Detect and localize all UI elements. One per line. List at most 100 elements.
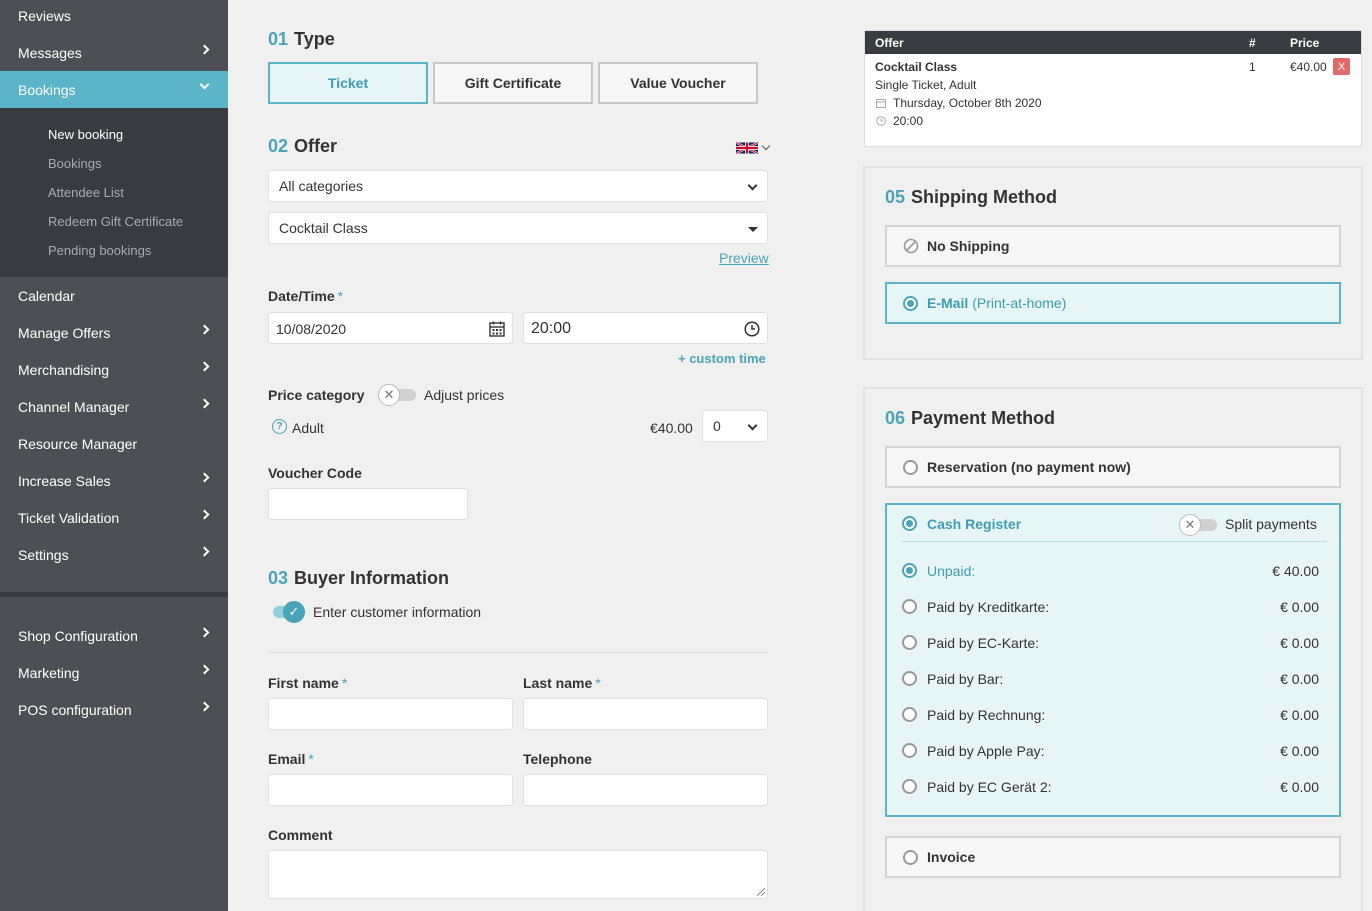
price-row-name: Adult xyxy=(292,420,324,436)
payment-row-label: Paid by Kreditkarte: xyxy=(927,599,1050,615)
sidebar-subitem-bookings[interactable]: Bookings xyxy=(48,156,101,171)
offer-select-value: Cocktail Class xyxy=(279,220,368,236)
sidebar-item-label: POS configuration xyxy=(18,701,132,718)
radio[interactable] xyxy=(902,707,917,722)
sidebar-item-messages[interactable]: Messages xyxy=(0,34,228,71)
option-extra: (Print-at-home) xyxy=(972,295,1067,311)
sidebar-item-label: Channel Manager xyxy=(18,398,130,415)
sidebar-item-resource-manager[interactable]: Resource Manager xyxy=(0,425,228,462)
sidebar-item-label: Messages xyxy=(18,44,82,61)
sidebar-item-bookings[interactable]: Bookings xyxy=(0,71,228,108)
payment-row-amount: € 0.00 xyxy=(1280,635,1319,651)
voucher-code-input[interactable] xyxy=(268,488,468,520)
sidebar-item-calendar[interactable]: Calendar xyxy=(0,277,228,314)
radio[interactable] xyxy=(902,743,917,758)
offer-select[interactable]: Cocktail Class xyxy=(268,212,768,244)
sidebar-item-marketing[interactable]: Marketing xyxy=(0,654,228,691)
split-payments-toggle[interactable]: ✕ xyxy=(1179,514,1217,536)
payment-reservation-option[interactable]: Reservation (no payment now) xyxy=(885,446,1341,488)
chevron-right-icon xyxy=(199,472,210,483)
payment-cash-register-option[interactable] xyxy=(885,503,1341,817)
payment-row-label: Paid by EC-Karte: xyxy=(927,635,1040,651)
chevron-down-icon xyxy=(747,180,758,191)
sidebar-item-label: Manage Offers xyxy=(18,324,111,341)
sidebar-item-merchandising[interactable]: Merchandising xyxy=(0,351,228,388)
sidebar-item-manage-offers[interactable]: Manage Offers xyxy=(0,314,228,351)
radio[interactable] xyxy=(902,563,917,578)
shipping-no-shipping-option[interactable]: No Shipping xyxy=(885,225,1341,267)
shipping-email-option[interactable]: E-Mail (Print-at-home) xyxy=(885,282,1341,324)
option-label: Invoice xyxy=(927,849,976,865)
chevron-down-icon xyxy=(761,141,771,151)
sidebar-subitem-pending-bookings[interactable]: Pending bookings xyxy=(48,243,151,258)
custom-time-link[interactable]: + custom time xyxy=(678,351,766,366)
sidebar-item-label: Merchandising xyxy=(18,361,110,378)
first-name-input[interactable] xyxy=(268,698,513,730)
payment-row-amount: € 0.00 xyxy=(1280,671,1319,687)
time-input-value: 20:00 xyxy=(531,320,572,337)
date-input[interactable]: 10/08/2020 xyxy=(268,312,513,344)
language-select[interactable] xyxy=(736,140,772,156)
radio[interactable] xyxy=(902,516,917,531)
radio[interactable] xyxy=(902,635,917,650)
quantity-select[interactable]: 0 xyxy=(702,410,768,442)
type-section-title: 01 Type xyxy=(268,29,335,49)
resize-handle-icon[interactable] xyxy=(757,888,765,896)
calendar-icon xyxy=(876,99,886,108)
sidebar-item-pos-configuration[interactable]: POS configuration xyxy=(0,691,228,728)
cart-header: Offer # Price xyxy=(865,31,1361,54)
email-input[interactable] xyxy=(268,774,513,806)
last-name-input[interactable] xyxy=(523,698,768,730)
chevron-right-icon xyxy=(199,398,210,409)
comment-label: Comment xyxy=(268,827,333,843)
time-input[interactable]: 20:00 xyxy=(523,312,768,344)
last-name-label: Last name * xyxy=(523,675,601,691)
radio[interactable] xyxy=(902,599,917,614)
sidebar-item-label: Resource Manager xyxy=(18,435,138,452)
split-payments-label: Split payments xyxy=(1225,516,1317,532)
radio[interactable] xyxy=(902,779,917,794)
preview-link[interactable]: Preview xyxy=(719,250,769,266)
radio xyxy=(903,296,918,311)
type-gift-certificate-button[interactable]: Gift Certificate xyxy=(433,62,593,104)
category-select-value: All categories xyxy=(279,178,364,194)
help-icon[interactable]: ? xyxy=(272,419,287,434)
radio[interactable] xyxy=(902,671,917,686)
shipping-section-title: 05 Shipping Method xyxy=(885,187,1057,207)
sidebar-item-increase-sales[interactable]: Increase Sales xyxy=(0,462,228,499)
close-icon: ✕ xyxy=(378,384,400,406)
calendar-icon xyxy=(489,321,505,337)
sidebar-subitem-redeem-gift-certificate[interactable]: Redeem Gift Certificate xyxy=(48,214,183,229)
voucher-code-label: Voucher Code xyxy=(268,465,362,481)
sidebar-item-label: Increase Sales xyxy=(18,472,111,489)
check-icon: ✓ xyxy=(283,601,305,623)
chevron-right-icon xyxy=(199,324,210,335)
cart-item-remove-button[interactable]: X xyxy=(1333,58,1350,75)
sidebar-item-channel-manager[interactable]: Channel Manager xyxy=(0,388,228,425)
sidebar-item-shop-configuration[interactable]: Shop Configuration xyxy=(0,617,228,654)
type-ticket-button[interactable]: Ticket xyxy=(268,62,428,104)
category-select[interactable]: All categories xyxy=(268,170,768,202)
sidebar-subitem-attendee-list[interactable]: Attendee List xyxy=(48,185,124,200)
payment-invoice-option[interactable]: Invoice xyxy=(885,836,1341,878)
sidebar-item-reviews[interactable]: Reviews xyxy=(0,0,228,34)
payment-row-amount: € 0.00 xyxy=(1280,779,1319,795)
sidebar-item-ticket-validation[interactable]: Ticket Validation xyxy=(0,499,228,536)
payment-row-amount: € 0.00 xyxy=(1280,707,1319,723)
type-value-voucher-button[interactable]: Value Voucher xyxy=(598,62,758,104)
cart-item-time: 20:00 xyxy=(893,114,924,128)
sidebar-subitem-new-booking[interactable]: New booking xyxy=(48,127,123,142)
payment-row-label: Paid by Rechnung: xyxy=(927,707,1046,723)
customer-info-toggle[interactable]: ✓ xyxy=(267,601,305,623)
sidebar-item-settings[interactable]: Settings xyxy=(0,536,228,573)
sidebar-divider xyxy=(0,592,228,597)
chevron-right-icon xyxy=(199,664,210,675)
telephone-input[interactable] xyxy=(523,774,768,806)
sidebar-item-label: Ticket Validation xyxy=(18,509,120,526)
adjust-prices-toggle[interactable]: ✕ xyxy=(378,384,416,406)
offer-section-title: 02 Offer xyxy=(268,136,338,156)
comment-textarea[interactable] xyxy=(268,850,768,899)
sidebar-item-label: Marketing xyxy=(18,664,80,681)
payment-row-amount: € 40.00 xyxy=(1272,563,1319,579)
first-name-label: First name * xyxy=(268,675,348,691)
